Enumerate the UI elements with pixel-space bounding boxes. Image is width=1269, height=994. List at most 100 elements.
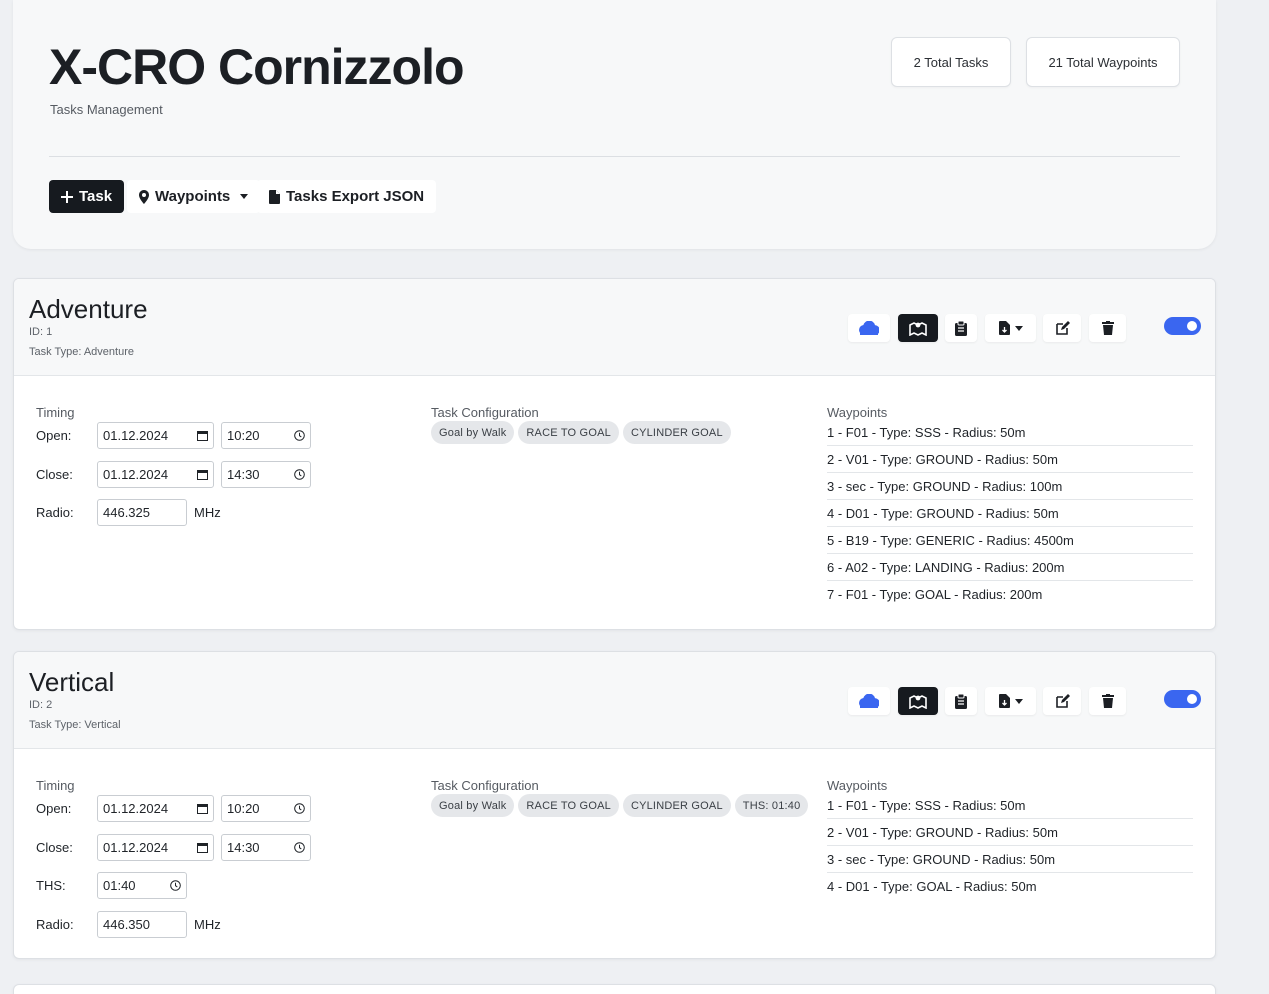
waypoint-item: 3 - sec - Type: GROUND - Radius: 100m (827, 473, 1193, 500)
config-tag: RACE TO GOAL (518, 794, 619, 817)
timing-title: Timing (36, 778, 75, 793)
download-dropdown-button[interactable] (985, 687, 1036, 715)
chevron-down-icon (1014, 325, 1023, 331)
waypoints-label: Waypoints (155, 188, 231, 205)
page-subtitle: Tasks Management (50, 102, 163, 117)
waypoint-item: 7 - F01 - Type: GOAL - Radius: 200m (827, 587, 1043, 602)
config-tag: RACE TO GOAL (518, 421, 619, 444)
map-button[interactable] (898, 687, 938, 715)
open-label: Open: (36, 801, 72, 816)
chevron-down-icon (240, 194, 249, 199)
waypoints-dropdown-button[interactable]: Waypoints (127, 180, 261, 213)
map-icon (909, 693, 927, 709)
open-time-value: 10:20 (227, 801, 260, 816)
radio-value: 446.350 (103, 917, 150, 932)
ths-time-input[interactable]: 01:40 (97, 872, 187, 899)
cloud-icon (859, 321, 879, 335)
close-time-input[interactable]: 14:30 (221, 833, 311, 861)
task-enabled-toggle[interactable] (1164, 317, 1201, 335)
total-tasks-stat: 2 Total Tasks (891, 37, 1011, 87)
clock-icon (294, 803, 305, 814)
clipboard-button[interactable] (945, 687, 977, 715)
close-label: Close: (36, 839, 73, 855)
task-name: Adventure (29, 294, 148, 324)
task-id: ID: 1 (29, 326, 53, 338)
calendar-icon (197, 803, 208, 814)
clock-icon (294, 468, 305, 480)
radio-unit: MHz (194, 505, 221, 520)
close-date-input[interactable]: 01.12.2024 (97, 460, 214, 488)
map-pin-icon (139, 189, 149, 204)
waypoint-list: 1 - F01 - Type: SSS - Radius: 50m 2 - V01… (827, 792, 1193, 900)
plus-icon (61, 190, 73, 203)
waypoint-item: 3 - sec - Type: GROUND - Radius: 50m (827, 846, 1193, 873)
calendar-icon (197, 469, 208, 480)
waypoint-item: 5 - B19 - Type: GENERIC - Radius: 4500m (827, 527, 1193, 554)
task-card: Vertical ID: 2 Task Type: Vertical Timing Op… (13, 651, 1216, 959)
radio-value: 446.325 (103, 505, 150, 520)
task-header: Adventure ID: 1 Task Type: Adventure (14, 279, 1215, 376)
map-button[interactable] (898, 314, 938, 342)
close-time-value: 14:30 (227, 466, 260, 482)
delete-button[interactable] (1089, 314, 1126, 342)
total-waypoints-stat: 21 Total Waypoints (1026, 37, 1180, 87)
header-card: X-CRO Cornizzolo Tasks Management 2 Tota… (13, 0, 1216, 249)
page-title: X-CRO Cornizzolo (49, 39, 465, 95)
task-enabled-toggle[interactable] (1164, 690, 1201, 708)
file-download-icon (998, 694, 1010, 708)
trash-icon (1101, 694, 1114, 708)
task-name: Vertical (29, 667, 115, 697)
waypoints-title: Waypoints (827, 405, 888, 420)
chevron-down-icon (1014, 698, 1023, 704)
waypoint-item: 2 - V01 - Type: GROUND - Radius: 50m (827, 819, 1193, 846)
add-task-button[interactable]: Task (49, 180, 125, 213)
config-tag: CYLINDER GOAL (622, 421, 731, 444)
open-label: Open: (36, 428, 72, 443)
waypoint-item: 2 - V01 - Type: GROUND - Radius: 50m (827, 446, 1193, 473)
edit-icon (1055, 693, 1070, 709)
export-json-label: Tasks Export JSON (286, 188, 425, 205)
close-time-input[interactable]: 14:30 (221, 460, 311, 488)
task-id: ID: 2 (29, 699, 53, 711)
config-title: Task Configuration (431, 778, 539, 793)
calendar-icon (197, 842, 208, 853)
clock-icon (294, 841, 305, 853)
weather-button[interactable] (848, 314, 890, 342)
task-header: Vertical ID: 2 Task Type: Vertical (14, 652, 1215, 749)
cloud-icon (859, 694, 879, 708)
task-card-partial (13, 984, 1216, 994)
config-tag: THS: 01:40 (734, 794, 809, 817)
waypoint-item: 4 - D01 - Type: GOAL - Radius: 50m (827, 879, 1037, 894)
close-time-value: 14:30 (227, 839, 260, 855)
close-date-value: 01.12.2024 (103, 839, 169, 855)
calendar-icon (197, 430, 208, 441)
radio-unit: MHz (194, 917, 221, 932)
open-time-input[interactable]: 10:20 (221, 795, 311, 822)
clipboard-button[interactable] (945, 314, 977, 342)
radio-frequency-input[interactable]: 446.350 (97, 911, 187, 938)
radio-label: Radio: (36, 505, 74, 520)
close-label: Close: (36, 466, 73, 482)
download-dropdown-button[interactable] (985, 314, 1036, 342)
open-date-input[interactable]: 01.12.2024 (97, 795, 214, 822)
clock-icon (294, 430, 305, 441)
radio-frequency-input[interactable]: 446.325 (97, 499, 187, 526)
config-tag: CYLINDER GOAL (622, 794, 731, 817)
open-date-value: 01.12.2024 (103, 428, 169, 443)
delete-button[interactable] (1089, 687, 1126, 715)
weather-button[interactable] (848, 687, 890, 715)
config-tag: Goal by Walk (431, 421, 515, 444)
config-title: Task Configuration (431, 405, 539, 420)
export-json-button[interactable]: Tasks Export JSON (257, 180, 437, 213)
waypoint-item: 6 - A02 - Type: LANDING - Radius: 200m (827, 554, 1193, 581)
open-time-input[interactable]: 10:20 (221, 422, 311, 449)
radio-label: Radio: (36, 917, 74, 932)
open-date-input[interactable]: 01.12.2024 (97, 422, 214, 449)
close-date-input[interactable]: 01.12.2024 (97, 833, 214, 861)
waypoint-item: 1 - F01 - Type: SSS - Radius: 50m (827, 792, 1193, 819)
map-icon (909, 320, 927, 336)
edit-button[interactable] (1043, 687, 1081, 715)
edit-button[interactable] (1043, 314, 1081, 342)
task-type: Task Type: Adventure (29, 346, 134, 358)
ths-label: THS: (36, 878, 66, 893)
